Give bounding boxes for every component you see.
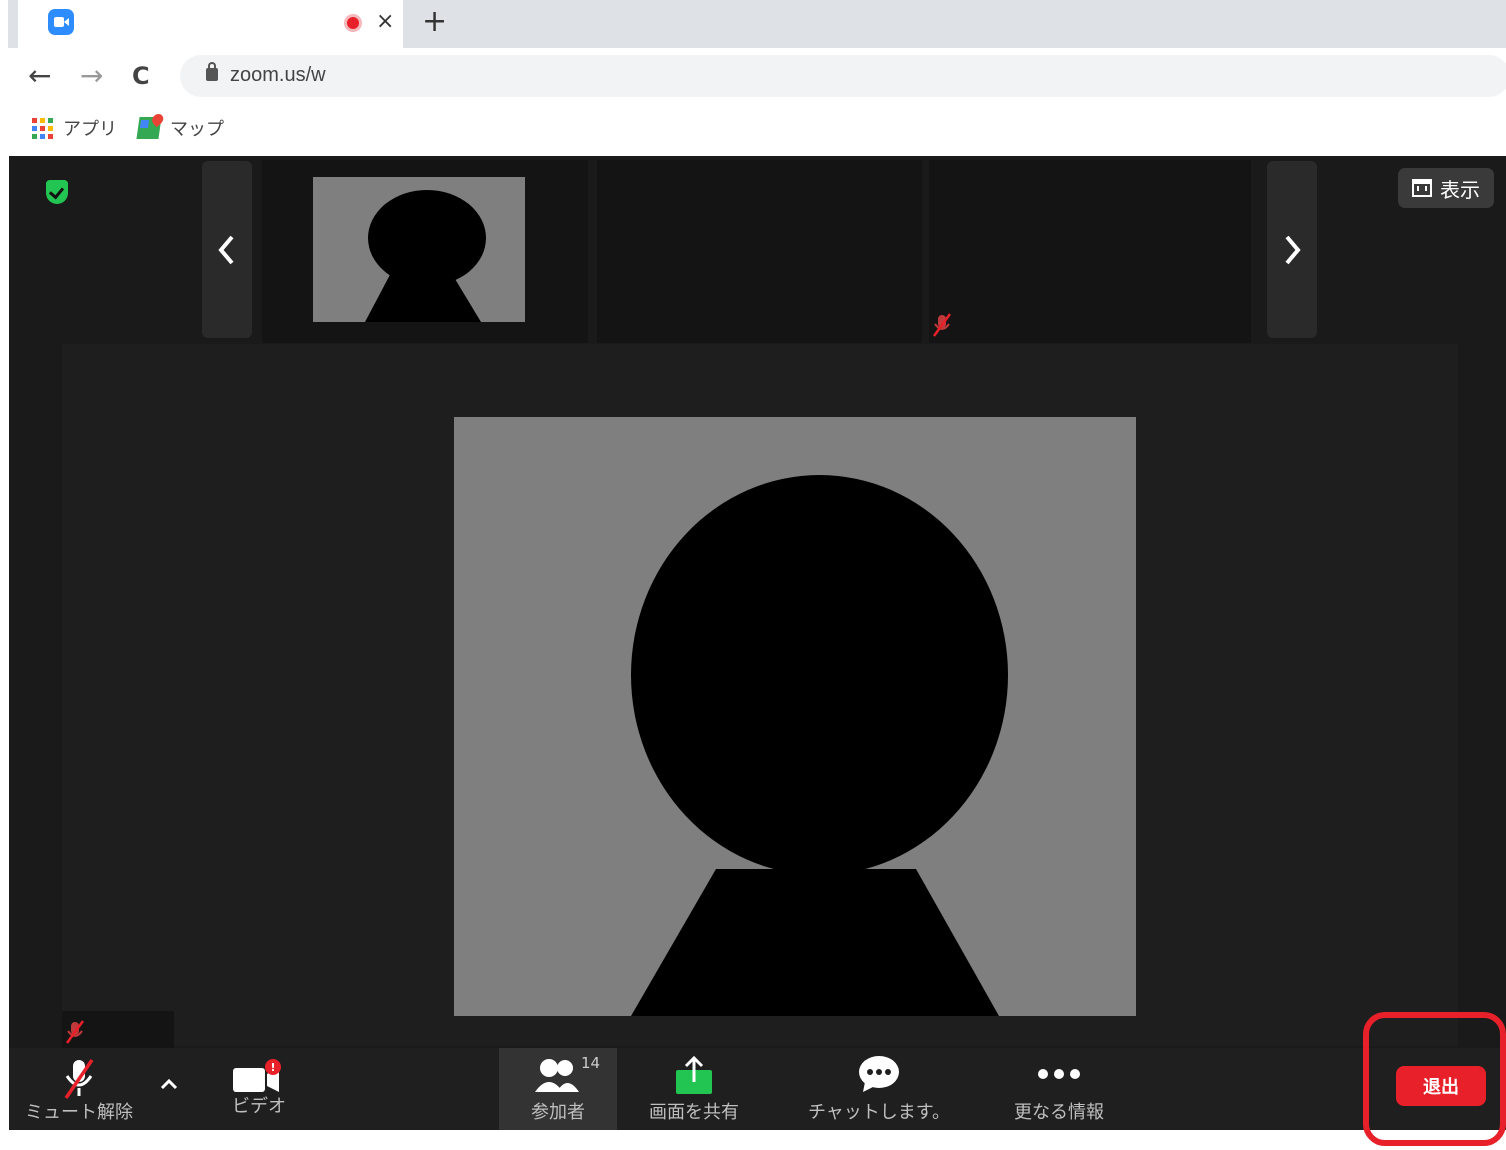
more-label: 更なる情報: [1014, 1102, 1104, 1123]
chat-icon: [859, 1056, 899, 1092]
gallery-view-icon: [1412, 179, 1432, 197]
forward-button[interactable]: →: [80, 58, 103, 94]
muted-mic-icon: [932, 313, 952, 337]
view-button[interactable]: 表示: [1398, 168, 1494, 208]
avatar: [454, 417, 1136, 1016]
leave-button[interactable]: 退出: [1396, 1066, 1486, 1106]
active-speaker-video: [62, 344, 1458, 1046]
participants-label: 参加者: [531, 1102, 585, 1123]
bookmark-apps[interactable]: アプリ: [32, 115, 117, 141]
bookmark-apps-label: アプリ: [63, 119, 117, 140]
svg-text:!: !: [270, 1061, 275, 1074]
bookmark-maps[interactable]: マップ: [136, 115, 224, 141]
muted-mic-icon: [64, 1059, 94, 1099]
new-tab-button[interactable]: +: [422, 4, 447, 40]
chat-label: チャットします。: [807, 1102, 951, 1123]
more-button[interactable]: 更なる情報: [1004, 1048, 1114, 1130]
browser-tab-bar: × +: [8, 0, 1506, 48]
record-dot-icon: [344, 14, 362, 32]
share-screen-label: 画面を共有: [649, 1102, 739, 1123]
chevron-left-icon: [218, 235, 234, 264]
chevron-up-icon: [160, 1078, 178, 1090]
chat-button[interactable]: チャットします。: [799, 1048, 959, 1130]
zoom-favicon-icon: [48, 9, 74, 35]
share-screen-icon: [676, 1055, 712, 1094]
participants-icon: [535, 1059, 579, 1092]
unmute-button[interactable]: ミュート解除: [19, 1048, 139, 1130]
share-screen-button[interactable]: 画面を共有: [639, 1048, 749, 1130]
speaker-name-tag: [62, 1011, 174, 1049]
reload-button[interactable]: C: [132, 58, 150, 94]
meeting-toolbar: ミュート解除 ! ビデオ 14 参加者 画面を共有 チャットします。 更なる情報: [9, 1048, 1506, 1130]
address-bar[interactable]: zoom.us/w: [180, 55, 1506, 97]
back-button[interactable]: ←: [28, 58, 51, 94]
participants-count: 14: [581, 1054, 601, 1072]
avatar: [313, 177, 525, 322]
zoom-meeting-window: 表示 ミュート解除 ! ビデオ 14 参加者 画面を共有 チャットします。 更な…: [9, 156, 1506, 1130]
bookmarks-bar: アプリ マップ: [8, 106, 1506, 154]
video-label: ビデオ: [232, 1096, 286, 1117]
chevron-right-icon: [1285, 235, 1301, 264]
next-participants-button[interactable]: [1267, 161, 1317, 338]
audio-options-button[interactable]: [154, 1048, 184, 1130]
participant-thumbnail-1[interactable]: [262, 160, 588, 343]
unmute-label: ミュート解除: [25, 1102, 133, 1123]
prev-participants-button[interactable]: [202, 161, 252, 338]
encryption-shield-icon[interactable]: [46, 180, 68, 204]
maps-icon: [136, 117, 162, 139]
participant-thumbnail-2[interactable]: [597, 160, 922, 343]
browser-toolbar: ← → C zoom.us/w: [8, 48, 1506, 106]
muted-mic-icon: [65, 1020, 85, 1044]
participant-thumbnail-3[interactable]: [929, 160, 1251, 343]
participants-button[interactable]: 14 参加者: [499, 1048, 617, 1130]
apps-grid-icon: [32, 117, 53, 139]
lock-icon: [206, 62, 218, 81]
view-button-label: 表示: [1440, 177, 1480, 202]
tab-close-button[interactable]: ×: [376, 8, 394, 36]
url-text: zoom.us/w: [230, 64, 326, 86]
bookmark-maps-label: マップ: [170, 119, 224, 140]
browser-tab-zoom[interactable]: ×: [18, 0, 403, 48]
video-camera-icon: !: [233, 1059, 281, 1092]
start-video-button[interactable]: ! ビデオ: [209, 1048, 309, 1130]
more-dots-icon: [1038, 1069, 1080, 1079]
